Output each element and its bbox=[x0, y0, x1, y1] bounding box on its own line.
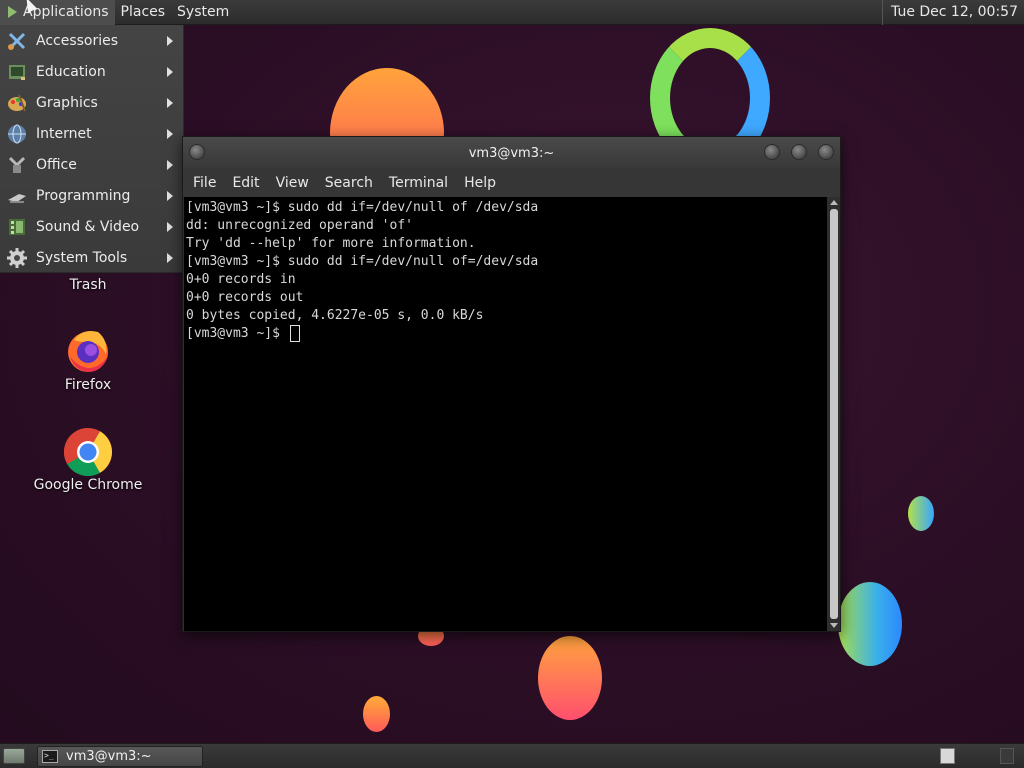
chevron-right-icon bbox=[167, 129, 173, 139]
terminal-title: vm3@vm3:~ bbox=[468, 145, 555, 161]
applications-dropdown: Accessories Education Graphics Internet … bbox=[0, 25, 184, 273]
sound-video-icon bbox=[6, 216, 28, 238]
maximize-button[interactable] bbox=[791, 144, 807, 160]
terminal-icon: >_ bbox=[42, 749, 58, 763]
menu-item-label: Accessories bbox=[36, 32, 119, 49]
decor-blob bbox=[838, 582, 902, 666]
system-menu[interactable]: System bbox=[171, 0, 235, 25]
internet-icon bbox=[6, 123, 28, 145]
workspace-1[interactable] bbox=[940, 748, 955, 764]
menu-edit[interactable]: Edit bbox=[224, 175, 267, 191]
chevron-right-icon bbox=[167, 67, 173, 77]
terminal-output[interactable]: [vm3@vm3 ~]$ sudo dd if=/dev/null of /de… bbox=[184, 197, 827, 631]
terminal-line: dd: unrecognized operand 'of' bbox=[186, 218, 413, 233]
scroll-down-icon[interactable] bbox=[830, 623, 838, 628]
applications-menu[interactable]: Applications bbox=[0, 0, 115, 25]
menu-terminal[interactable]: Terminal bbox=[381, 175, 456, 191]
menu-item-sound-video[interactable]: Sound & Video bbox=[0, 211, 183, 242]
graphics-icon bbox=[6, 92, 28, 114]
menu-item-label: Education bbox=[36, 63, 106, 80]
trash-label[interactable]: Trash bbox=[8, 277, 168, 293]
firefox-label[interactable]: Firefox bbox=[8, 377, 168, 393]
office-icon bbox=[6, 154, 28, 176]
decor-blob bbox=[363, 696, 390, 732]
chevron-right-icon bbox=[167, 191, 173, 201]
places-menu[interactable]: Places bbox=[115, 0, 172, 25]
terminal-line: 0 bytes copied, 4.6227e-05 s, 0.0 kB/s bbox=[186, 308, 484, 323]
terminal-window[interactable]: vm3@vm3:~ File Edit View Search Terminal… bbox=[182, 136, 841, 632]
close-button[interactable] bbox=[818, 144, 834, 160]
menu-item-office[interactable]: Office bbox=[0, 149, 183, 180]
menu-item-education[interactable]: Education bbox=[0, 56, 183, 87]
scroll-up-icon[interactable] bbox=[830, 200, 838, 205]
menu-item-graphics[interactable]: Graphics bbox=[0, 87, 183, 118]
decor-blob bbox=[538, 636, 602, 720]
places-label: Places bbox=[120, 4, 166, 20]
menu-file[interactable]: File bbox=[185, 175, 224, 191]
scrollbar-thumb[interactable] bbox=[830, 209, 838, 619]
menu-item-programming[interactable]: Programming bbox=[0, 180, 183, 211]
chrome-label[interactable]: Google Chrome bbox=[8, 477, 168, 493]
chevron-right-icon bbox=[167, 98, 173, 108]
top-panel: Applications Places System Tue Dec 12, 0… bbox=[0, 0, 1024, 25]
menu-item-accessories[interactable]: Accessories bbox=[0, 25, 183, 56]
chevron-right-icon bbox=[167, 36, 173, 46]
terminal-titlebar[interactable]: vm3@vm3:~ bbox=[183, 137, 840, 169]
clock[interactable]: Tue Dec 12, 00:57 bbox=[882, 0, 1024, 25]
programming-icon bbox=[6, 185, 28, 207]
chrome-icon[interactable] bbox=[63, 427, 113, 477]
show-desktop-icon[interactable] bbox=[3, 748, 25, 764]
terminal-prompt: [vm3@vm3 ~]$ bbox=[186, 326, 288, 341]
menu-search[interactable]: Search bbox=[317, 175, 381, 191]
chevron-right-icon bbox=[167, 222, 173, 232]
taskbar-terminal-button[interactable]: >_ vm3@vm3:~ bbox=[37, 745, 203, 767]
decor-blob bbox=[908, 496, 934, 531]
education-icon bbox=[6, 61, 28, 83]
terminal-line: [vm3@vm3 ~]$ sudo dd if=/dev/null of=/de… bbox=[186, 254, 539, 269]
terminal-scrollbar[interactable] bbox=[828, 197, 840, 631]
window-menu-icon[interactable] bbox=[189, 144, 205, 160]
menu-help[interactable]: Help bbox=[456, 175, 504, 191]
text-cursor bbox=[289, 325, 300, 342]
chevron-right-icon bbox=[167, 253, 173, 263]
workspace-2[interactable] bbox=[1000, 748, 1014, 764]
terminal-menubar: File Edit View Search Terminal Help bbox=[183, 169, 840, 197]
menu-item-internet[interactable]: Internet bbox=[0, 118, 183, 149]
menu-item-label: Sound & Video bbox=[36, 218, 140, 235]
firefox-icon[interactable] bbox=[64, 326, 112, 374]
terminal-line: [vm3@vm3 ~]$ sudo dd if=/dev/null of /de… bbox=[186, 200, 539, 215]
minimize-button[interactable] bbox=[764, 144, 780, 160]
menu-item-label: Office bbox=[36, 156, 77, 173]
terminal-line: Try 'dd --help' for more information. bbox=[186, 236, 476, 251]
bottom-panel: >_ vm3@vm3:~ bbox=[0, 743, 1024, 768]
menu-item-label: Graphics bbox=[36, 94, 98, 111]
terminal-line: 0+0 records out bbox=[186, 290, 304, 305]
menu-item-label: Programming bbox=[36, 187, 131, 204]
system-tools-icon bbox=[6, 247, 28, 269]
accessories-icon bbox=[6, 30, 28, 52]
menu-item-label: Internet bbox=[36, 125, 92, 142]
menu-item-system-tools[interactable]: System Tools bbox=[0, 242, 183, 273]
menu-item-label: System Tools bbox=[36, 249, 128, 266]
applications-icon bbox=[8, 6, 17, 18]
system-label: System bbox=[177, 4, 230, 20]
chevron-right-icon bbox=[167, 160, 173, 170]
terminal-line: 0+0 records in bbox=[186, 272, 296, 287]
menu-view[interactable]: View bbox=[268, 175, 317, 191]
taskbar-label: vm3@vm3:~ bbox=[66, 748, 152, 764]
